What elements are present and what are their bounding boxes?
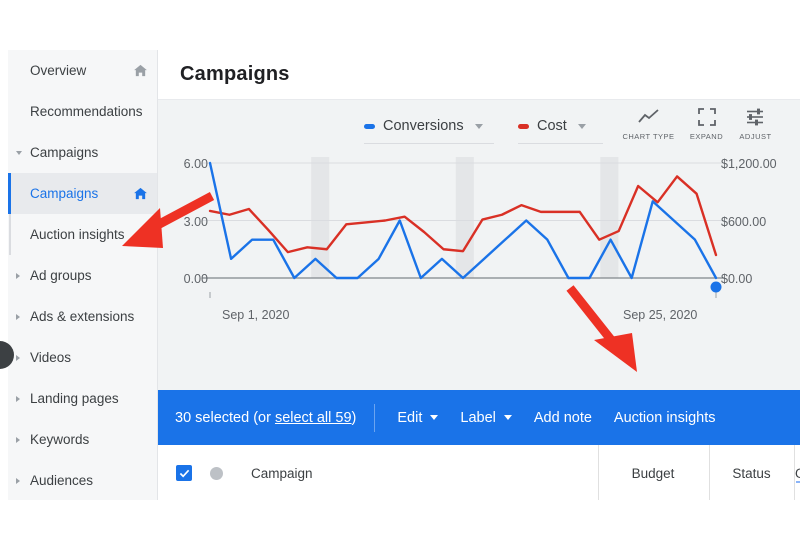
selection-count-text: 30 selected (or select all 59) — [175, 410, 356, 426]
chart-type-button[interactable]: CHART TYPE — [621, 106, 676, 141]
sidebar-item-landing-pages[interactable]: Landing pages — [8, 378, 157, 419]
expand-icon — [697, 106, 716, 128]
chevron-down-icon — [503, 415, 512, 420]
chevron-right-icon — [16, 395, 20, 402]
sidebar-item-audiences[interactable]: Audiences — [8, 460, 157, 500]
y2-axis-tick-600: $600.00 — [721, 215, 767, 229]
sidebar-item-ad-groups[interactable]: Ad groups — [8, 255, 157, 296]
window-bottom-frame — [0, 500, 800, 560]
edit-button[interactable]: Edit — [397, 409, 439, 426]
sidebar-item-label: Recommendations — [30, 104, 143, 119]
column-header-optimization-score[interactable]: O — [795, 445, 800, 500]
select-all-link[interactable]: select all 59 — [275, 410, 352, 426]
add-note-button[interactable]: Add note — [534, 410, 592, 426]
x-axis-tick-end: Sep 25, 2020 — [623, 308, 698, 322]
metric-label: Conversions — [383, 118, 464, 134]
window-top-frame — [0, 0, 800, 50]
sidebar-item-label: Keywords — [30, 432, 90, 447]
metric-selector-cost[interactable]: Cost — [518, 111, 603, 144]
y-axis-tick-3: 3.00 — [183, 215, 208, 229]
y2-axis-tick-1200: $1,200.00 — [721, 157, 777, 171]
adjust-button[interactable]: ADJUST — [728, 106, 783, 141]
auction-insights-button[interactable]: Auction insights — [614, 410, 716, 426]
sidebar-item-campaigns[interactable]: Campaigns — [8, 173, 157, 214]
y2-axis-tick-0: $0.00 — [721, 272, 753, 286]
edit-label: Edit — [397, 409, 423, 426]
campaigns-table: Campaign Budget Status O Total: All enab… — [158, 445, 800, 500]
sidebar: Overview Recommendations Campaigns Campa… — [8, 50, 158, 500]
selection-indicator — [8, 173, 11, 214]
chevron-right-icon — [16, 436, 20, 443]
chevron-down-icon — [474, 123, 483, 129]
chevron-right-icon — [16, 272, 20, 279]
conversions-color-swatch — [364, 123, 375, 129]
sidebar-item-label: Videos — [30, 350, 72, 365]
bulk-action-bar: 30 selected (or select all 59) Edit Labe… — [158, 390, 800, 445]
selection-prefix: 30 selected (or — [175, 409, 275, 426]
status-circle-icon — [210, 466, 223, 480]
expand-label: EXPAND — [689, 132, 724, 141]
cost-color-swatch — [518, 123, 529, 129]
sidebar-item-keywords[interactable]: Keywords — [8, 419, 157, 460]
optimization-score-dashed-underline — [796, 481, 800, 483]
sidebar-item-label: Audiences — [30, 473, 94, 488]
column-header-status[interactable]: Status — [709, 445, 794, 500]
y-axis-tick-0: 0.00 — [183, 272, 208, 286]
sidebar-item-videos[interactable]: Videos — [8, 337, 157, 378]
sidebar-item-ads-extensions[interactable]: Ads & extensions — [8, 296, 157, 337]
group-line — [9, 214, 11, 255]
weekend-band-2 — [600, 157, 619, 278]
bar-divider — [374, 403, 376, 432]
chevron-down-icon — [430, 415, 439, 420]
chart-type-label: CHART TYPE — [622, 132, 675, 141]
sidebar-item-auction-insights[interactable]: Auction insights — [8, 214, 157, 255]
home-icon — [134, 64, 147, 77]
chevron-right-icon — [16, 313, 20, 320]
label-label: Label — [460, 409, 496, 426]
page-title-bar: Campaigns — [158, 50, 800, 100]
add-note-label: Add note — [533, 409, 592, 426]
chart-svg — [202, 157, 724, 298]
sidebar-item-label: Campaigns — [30, 186, 99, 201]
checkmark-icon — [179, 469, 189, 477]
page-title: Campaigns — [180, 63, 290, 85]
sidebar-item-recommendations[interactable]: Recommendations — [8, 91, 157, 132]
metric-selector-conversions[interactable]: Conversions — [364, 111, 494, 144]
chevron-down-icon — [577, 123, 586, 129]
auction-insights-label: Auction insights — [613, 409, 716, 426]
home-icon — [134, 187, 147, 200]
table-header-row: Campaign Budget Status O — [158, 445, 800, 500]
sidebar-item-label: Overview — [30, 63, 87, 78]
performance-chart-card: Conversions Cost CHART TYPE EXPAND ADJUS… — [158, 100, 800, 390]
label-button[interactable]: Label — [460, 409, 512, 426]
adjust-label: ADJUST — [739, 132, 772, 141]
chart-toolbar: Conversions Cost CHART TYPE EXPAND ADJUS… — [158, 100, 800, 152]
select-all-checkbox[interactable] — [176, 465, 192, 481]
chart-plot-area: 6.00 3.00 0.00 $1,200.00 $600.00 $0.00 S… — [158, 152, 800, 390]
sidebar-item-label: Auction insights — [30, 227, 125, 242]
sidebar-item-label: Ads & extensions — [30, 309, 135, 324]
sidebar-item-overview[interactable]: Overview — [8, 50, 157, 91]
y-axis-tick-6: 6.00 — [183, 157, 208, 171]
chevron-right-icon — [16, 477, 20, 484]
sidebar-item-label: Campaigns — [30, 145, 99, 160]
chevron-down-icon — [16, 150, 22, 155]
sliders-icon — [746, 106, 765, 128]
sidebar-item-label: Ad groups — [30, 268, 92, 283]
conversions-end-marker — [710, 281, 722, 293]
metric-label: Cost — [537, 118, 567, 134]
sidebar-item-campaigns-group[interactable]: Campaigns — [8, 132, 157, 173]
line-chart-icon — [637, 106, 660, 128]
app-window: Overview Recommendations Campaigns Campa… — [0, 0, 800, 560]
chevron-right-icon — [16, 354, 20, 361]
sidebar-item-label: Landing pages — [30, 391, 119, 406]
column-header-budget[interactable]: Budget — [598, 445, 708, 500]
expand-button[interactable]: EXPAND — [679, 106, 734, 141]
selection-suffix: ) — [351, 409, 357, 426]
x-axis-tick-start: Sep 1, 2020 — [222, 308, 290, 322]
weekend-band-1 — [455, 157, 474, 278]
main-panel: Campaigns Conversions Cost CHART TYPE EX… — [158, 50, 800, 500]
